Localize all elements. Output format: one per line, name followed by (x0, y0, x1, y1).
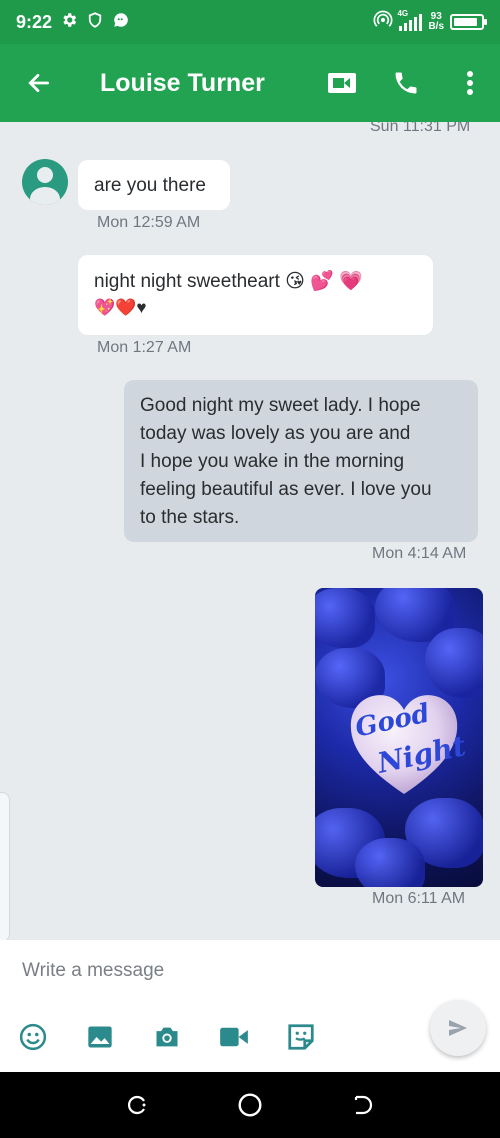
back-button[interactable] (14, 58, 64, 108)
composer: Write a message (0, 940, 500, 1072)
more-vert-icon (467, 71, 473, 95)
shield-icon (86, 11, 104, 34)
net-speed: 93 B/s (428, 11, 444, 32)
video-button[interactable] (215, 1020, 253, 1054)
back-arrow-icon (28, 74, 50, 92)
message-line: to the stars. (140, 507, 240, 528)
chat-notification-icon (112, 11, 130, 34)
edge-panel-handle[interactable] (0, 792, 10, 940)
status-time: 9:22 (16, 11, 53, 32)
avatar-body (30, 187, 60, 205)
network-type: 4G (397, 9, 409, 18)
home-button[interactable] (230, 1085, 270, 1125)
back-nav-icon (355, 1095, 373, 1115)
gallery-button[interactable] (81, 1020, 119, 1054)
more-options-button[interactable] (448, 58, 492, 108)
battery-icon (450, 14, 487, 30)
camera-icon (156, 1027, 178, 1047)
message-line: feeling beautiful as ever. I love you (140, 479, 432, 500)
recent-apps-icon (127, 1095, 146, 1115)
status-bar: 9:22 4G 93 B/s (0, 0, 500, 44)
image-message[interactable]: Good Night (315, 588, 483, 887)
system-navigation-bar (0, 1072, 500, 1138)
sticker-button[interactable] (282, 1020, 320, 1054)
battery-level (454, 18, 477, 26)
avatar-head (37, 167, 53, 183)
message-text: are you there (94, 175, 206, 196)
avatar[interactable] (22, 159, 68, 205)
contact-name[interactable]: Louise Turner (100, 69, 300, 98)
message-timestamp: Mon 12:59 AM (97, 214, 201, 231)
message-timestamp: Mon 6:11 AM (372, 890, 466, 907)
back-nav-button[interactable] (343, 1085, 383, 1125)
message-text: night night sweetheart 😘 💕 💗 (94, 271, 363, 292)
outgoing-message-bubble[interactable]: Good night my sweet lady. I hope today w… (124, 380, 478, 542)
gallery-icon (88, 1026, 112, 1048)
sticker-icon (288, 1024, 314, 1050)
incoming-message-bubble[interactable]: are you there (78, 160, 230, 210)
petal (355, 838, 425, 887)
phone-call-button[interactable] (384, 58, 428, 108)
recent-apps-button[interactable] (117, 1085, 157, 1125)
video-icon (220, 1027, 248, 1047)
message-timestamp: Sun 11:31 PM (370, 122, 471, 135)
message-line: Good night my sweet lady. I hope (140, 395, 421, 416)
home-icon (238, 1093, 262, 1117)
phone-icon (395, 72, 417, 94)
incoming-message-bubble[interactable]: night night sweetheart 😘 💕 💗 💖❤️♥ (78, 255, 433, 335)
send-icon (449, 1020, 467, 1036)
message-timestamp: Mon 4:14 AM (372, 545, 467, 562)
message-line: I hope you wake in the morning (140, 451, 405, 472)
message-timestamp: Mon 1:27 AM (97, 339, 192, 356)
camera-button[interactable] (148, 1020, 186, 1054)
message-line: today was lovely as you are and (140, 423, 411, 444)
message-text-emoji-line: 💖❤️♥ (94, 298, 147, 317)
emoji-button[interactable] (14, 1020, 52, 1054)
petal (315, 588, 375, 648)
emoji-icon (19, 1023, 47, 1051)
conversation[interactable]: Sun 11:31 PM are you there Mon 12:59 AM … (0, 122, 500, 940)
heart-shape: Good Night (345, 688, 469, 798)
send-button[interactable] (430, 1000, 486, 1056)
message-input[interactable]: Write a message (22, 960, 164, 982)
video-call-button[interactable] (320, 58, 364, 108)
signal-icon: 4G (397, 9, 423, 31)
settings-icon (60, 11, 78, 34)
app-bar: Louise Turner (0, 44, 500, 122)
video-call-icon (328, 73, 356, 93)
hotspot-icon (373, 10, 393, 35)
